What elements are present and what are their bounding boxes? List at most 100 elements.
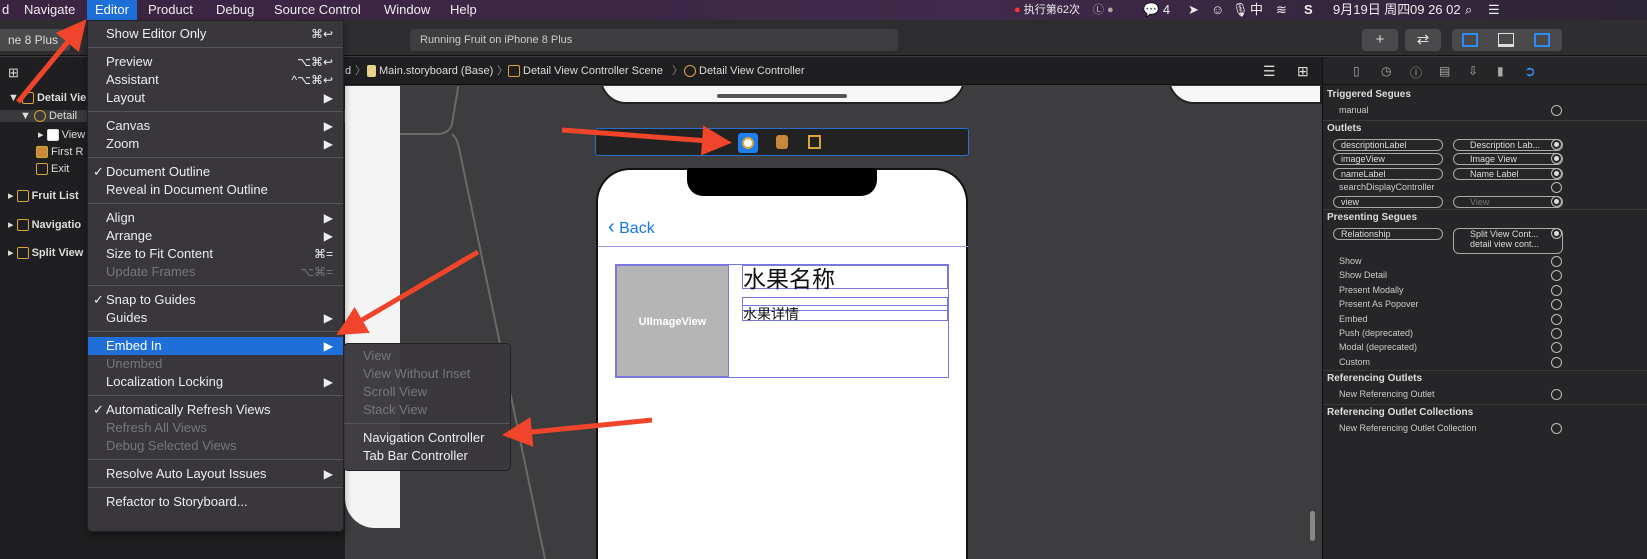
canvas-scrollbar[interactable] xyxy=(1310,511,1315,541)
menu-file[interactable]: d xyxy=(0,0,17,20)
size-inspector-icon[interactable]: ▮ xyxy=(1497,64,1504,78)
outlet-nameLabel[interactable]: nameLabel xyxy=(1333,167,1443,180)
back-button[interactable]: ‹ Back xyxy=(608,216,655,239)
navigator-toggle-icon[interactable] xyxy=(1462,33,1478,47)
jump-item[interactable]: Main.storyboard (Base) xyxy=(367,57,493,85)
menu-item-automatically-refresh-views[interactable]: ✓ Automatically Refresh Views xyxy=(88,401,343,419)
jump-item[interactable]: d xyxy=(345,57,351,85)
connection-circle[interactable] xyxy=(1551,328,1562,339)
menu-item-layout[interactable]: Layout ▶ xyxy=(88,89,343,107)
jump-item[interactable]: Detail View Controller xyxy=(684,57,805,85)
grid-icon[interactable]: ⊞ xyxy=(8,65,19,81)
code-review-button[interactable]: ⇄ xyxy=(1405,29,1441,51)
debug-area-toggle-icon[interactable] xyxy=(1498,33,1514,47)
connection-circle[interactable] xyxy=(1551,356,1562,368)
connection-circle[interactable] xyxy=(1551,313,1562,325)
library-button[interactable]: + xyxy=(1362,29,1398,51)
menu-item-canvas[interactable]: Canvas ▶ xyxy=(88,117,343,135)
menu-item-size-to-fit-content[interactable]: Size to Fit Content ⌘= xyxy=(88,245,343,263)
menu-product[interactable]: Product xyxy=(140,0,201,20)
menu-source-control[interactable]: Source Control xyxy=(266,0,369,20)
menu-debug[interactable]: Debug xyxy=(208,0,262,20)
sogou-icon[interactable]: S xyxy=(1296,0,1321,20)
input-method[interactable]: 中 xyxy=(1242,0,1271,20)
connection-circle[interactable] xyxy=(1551,256,1562,267)
menu-help[interactable]: Help xyxy=(442,0,485,20)
outline-row[interactable]: ▼ Detail Vie xyxy=(8,92,86,105)
connection-circle[interactable] xyxy=(1551,270,1562,282)
help-inspector-icon[interactable]: ⓘ xyxy=(1410,64,1422,81)
outlet-view[interactable]: view xyxy=(1333,196,1443,209)
outlet-imageView[interactable]: imageView xyxy=(1333,153,1443,166)
connection-circle-filled[interactable] xyxy=(1551,139,1562,150)
menu-item-snap-to-guides[interactable]: ✓ Snap to Guides xyxy=(88,291,343,309)
connection-circle[interactable] xyxy=(1551,181,1562,193)
menu-item-refactor-to-storyboard[interactable]: Refactor to Storyboard... xyxy=(88,493,343,511)
notification-center-icon[interactable]: ☰ xyxy=(1480,0,1508,20)
outlet-target[interactable]: View xyxy=(1453,196,1563,209)
add-editor-icon[interactable]: ⊞ xyxy=(1297,57,1309,85)
menu-item-document-outline[interactable]: ✓ Document Outline xyxy=(88,163,343,181)
view-controller-dock-icon[interactable] xyxy=(738,133,758,153)
identity-inspector-icon[interactable]: ▤ xyxy=(1439,64,1450,78)
connection-circle[interactable] xyxy=(1551,389,1562,400)
connection-circle[interactable] xyxy=(1551,342,1562,354)
outlet-descriptionLabel[interactable]: descriptionLabel xyxy=(1333,139,1443,151)
connection-circle[interactable] xyxy=(1551,423,1562,434)
menu-item-navigation-controller[interactable]: Navigation Controller xyxy=(344,429,510,447)
menu-item-zoom[interactable]: Zoom ▶ xyxy=(88,135,343,153)
outlet-target[interactable]: Image View xyxy=(1453,153,1563,166)
scheme-destination[interactable]: ne 8 Plus xyxy=(0,29,70,51)
exit-dock-icon[interactable] xyxy=(808,135,821,149)
outline-row[interactable]: ▸ Fruit List xyxy=(8,189,79,203)
storyboard-canvas[interactable]: ‹ Back UIImageView 水果名称 水果详情 xyxy=(345,86,1322,559)
menu-item-preview[interactable]: Preview ⌥⌘↩ xyxy=(88,53,343,71)
connection-circle[interactable] xyxy=(1551,284,1562,296)
connection-circle[interactable] xyxy=(1551,299,1562,311)
connections-inspector-icon[interactable]: ➲ xyxy=(1524,63,1536,80)
outline-row[interactable]: Exit xyxy=(36,163,69,176)
menu-item-guides[interactable]: Guides ▶ xyxy=(88,309,343,327)
name-label[interactable]: 水果名称 xyxy=(742,265,948,292)
outline-row[interactable]: First R xyxy=(36,146,83,159)
outlet-target[interactable]: Description Lab... xyxy=(1453,139,1563,151)
menu-item-align[interactable]: Align ▶ xyxy=(88,209,343,227)
screen-record-status[interactable]: ● 执行第62次 xyxy=(1006,0,1088,20)
attributes-inspector-icon[interactable]: ⇩ xyxy=(1468,64,1478,78)
history-inspector-icon[interactable]: ◷ xyxy=(1381,64,1391,78)
wifi-icon[interactable]: ≋ xyxy=(1268,0,1295,20)
connection-circle-filled[interactable] xyxy=(1551,167,1562,179)
wechat-status[interactable]: 💬 4 xyxy=(1135,0,1178,20)
relationship-target[interactable]: Split View Cont... detail view cont... xyxy=(1453,228,1563,254)
outlet-target[interactable]: Name Label xyxy=(1453,167,1563,180)
menu-item-embed-in[interactable]: Embed In ▶ xyxy=(88,337,343,355)
outlet-relationship[interactable]: Relationship xyxy=(1333,228,1443,240)
menu-item-assistant[interactable]: Assistant ^⌥⌘↩ xyxy=(88,71,343,89)
spotlight-icon[interactable]: ⌕ xyxy=(1457,0,1480,20)
menu-item-resolve-auto-layout-issues[interactable]: Resolve Auto Layout Issues ▶ xyxy=(88,465,343,483)
minimap-icon[interactable]: ☰ xyxy=(1263,57,1276,85)
outline-row[interactable]: ▸ Split View xyxy=(8,246,83,260)
content-container[interactable]: UIImageView 水果名称 水果详情 xyxy=(615,264,949,378)
outline-row[interactable]: ▸ Navigatio xyxy=(8,218,81,232)
menu-item-show-editor-only[interactable]: Show Editor Only ⌘↩ xyxy=(88,25,343,43)
status-icons[interactable]: Ⓛ ● xyxy=(1085,0,1122,20)
section-divider xyxy=(1323,404,1647,405)
menu-item-arrange[interactable]: Arrange ▶ xyxy=(88,227,343,245)
description-label[interactable]: 水果详情 xyxy=(742,305,948,322)
menu-editor[interactable]: Editor xyxy=(87,0,137,20)
menu-window[interactable]: Window xyxy=(376,0,438,20)
image-view[interactable]: UIImageView xyxy=(616,265,729,377)
menu-item-reveal-in-document-outline[interactable]: Reveal in Document Outline xyxy=(88,181,343,199)
file-inspector-icon[interactable]: ▯ xyxy=(1353,64,1360,78)
connection-circle[interactable] xyxy=(1551,105,1562,116)
menu-item-tab-bar-controller[interactable]: Tab Bar Controller xyxy=(344,447,510,465)
first-responder-dock-icon[interactable] xyxy=(776,135,788,149)
outline-row[interactable]: ▸ View xyxy=(38,128,85,142)
jump-item[interactable]: Detail View Controller Scene xyxy=(508,57,663,85)
menu-navigate[interactable]: Navigate xyxy=(16,0,83,20)
section-title: Referencing Outlet Collections xyxy=(1327,407,1474,418)
menu-item-localization-locking[interactable]: Localization Locking ▶ xyxy=(88,373,343,391)
connection-circle-filled[interactable] xyxy=(1551,228,1562,239)
inspector-toggle-icon[interactable] xyxy=(1534,33,1550,47)
